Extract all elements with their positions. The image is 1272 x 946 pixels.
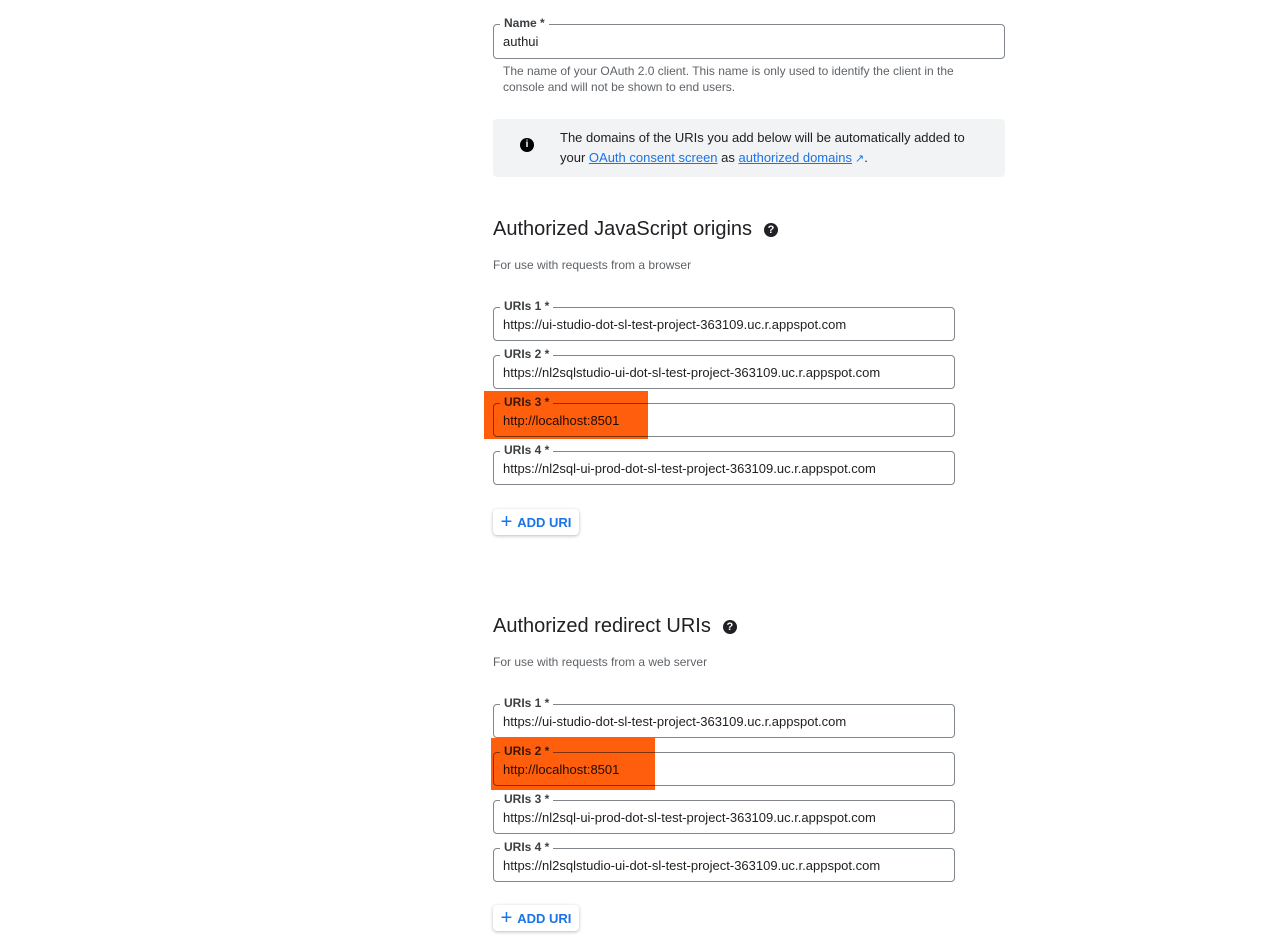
info-text-mid: as: [717, 150, 739, 165]
redirect-uris-title-text: Authorized redirect URIs: [493, 615, 711, 637]
uri-label: URIs 1 *: [500, 299, 554, 313]
uri-value: https://nl2sqlstudio-ui-dot-sl-test-proj…: [503, 365, 881, 380]
redirect_uris-uri-field-4[interactable]: URIs 4 * https://nl2sqlstudio-ui-dot-sl-t…: [493, 840, 955, 882]
uri-value: https://nl2sql-ui-prod-dot-sl-test-proje…: [503, 810, 876, 825]
oauth-consent-link[interactable]: OAuth consent screen: [589, 150, 718, 165]
help-icon[interactable]: ?: [722, 620, 737, 634]
redirect-uris-hint: For use with requests from a web server: [493, 655, 708, 669]
name-value: authui: [503, 34, 539, 49]
redirect_uris-uri-field-1[interactable]: URIs 1 * https://ui-studio-dot-sl-test-pr…: [493, 696, 955, 738]
plus-icon: +: [500, 907, 513, 929]
add-redirect-uri-button[interactable]: + ADD URI: [493, 905, 579, 931]
info-icon: i: [520, 138, 534, 152]
uri-value: https://ui-studio-dot-sl-test-project-36…: [503, 317, 847, 332]
js_origins-uri-field-2[interactable]: URIs 2 * https://nl2sqlstudio-ui-dot-sl-t…: [493, 347, 955, 389]
js_origins-uri-field-4[interactable]: URIs 4 * https://nl2sql-ui-prod-dot-sl-te…: [493, 443, 955, 485]
plus-icon: +: [500, 511, 513, 533]
authorized-domains-link[interactable]: authorized domains: [739, 150, 852, 165]
info-text-end: .: [864, 150, 868, 165]
uri-label: URIs 2 *: [500, 347, 554, 361]
uri-label: URIs 3 *: [500, 792, 554, 806]
js-origins-title-text: Authorized JavaScript origins: [493, 218, 753, 240]
uri-label: URIs 4 *: [500, 840, 554, 854]
add-uri-label: ADD URI: [517, 910, 572, 926]
add-uri-label: ADD URI: [517, 514, 572, 530]
external-link-icon: ↗: [851, 153, 865, 165]
name-label: Name *: [500, 16, 549, 30]
js_origins-uri-field-1[interactable]: URIs 1 * https://ui-studio-dot-sl-test-pr…: [493, 299, 955, 341]
redirect-uris-title: Authorized redirect URIs?: [493, 615, 737, 638]
add-js-origin-button[interactable]: + ADD URI: [493, 509, 579, 535]
js-origins-title: Authorized JavaScript origins?: [493, 218, 779, 241]
name-hint: The name of your OAuth 2.0 client. This …: [503, 64, 954, 94]
redaction-highlight: [491, 738, 655, 790]
uri-label: URIs 1 *: [500, 696, 554, 710]
help-icon[interactable]: ?: [764, 223, 779, 237]
redaction-highlight: [484, 391, 648, 439]
uri-label: URIs 4 *: [500, 443, 554, 457]
name-field[interactable]: Name * authui: [493, 16, 1005, 59]
js-origins-hint: For use with requests from a browser: [493, 258, 692, 272]
redirect_uris-uri-field-3[interactable]: URIs 3 * https://nl2sql-ui-prod-dot-sl-te…: [493, 792, 955, 834]
uri-value: https://nl2sqlstudio-ui-dot-sl-test-proj…: [503, 858, 881, 873]
uri-value: https://nl2sql-ui-prod-dot-sl-test-proje…: [503, 461, 876, 476]
info-banner: i The domains of the URIs you add below …: [493, 119, 1005, 177]
uri-value: https://ui-studio-dot-sl-test-project-36…: [503, 714, 847, 729]
